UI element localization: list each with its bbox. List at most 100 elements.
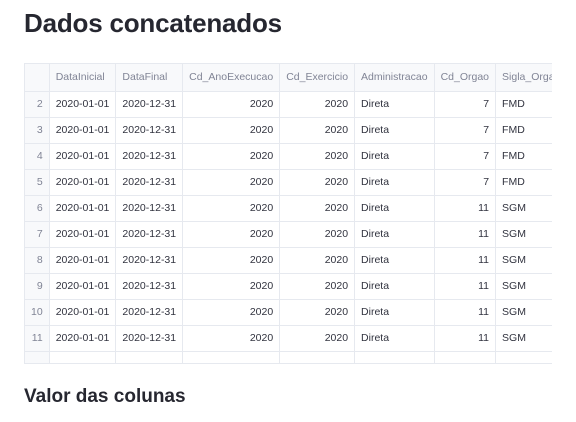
table-cell[interactable]: Direta — [354, 169, 435, 196]
table-cell[interactable]: FMD — [495, 117, 552, 144]
table-cell[interactable]: Direta — [354, 117, 435, 144]
table-cell[interactable]: 2020-01-01 — [49, 273, 117, 300]
table-cell[interactable]: 2020 — [182, 143, 281, 170]
table-cell[interactable]: 7 — [434, 143, 497, 170]
table-cell[interactable]: 2020-12-31 — [115, 117, 184, 144]
table-cell[interactable]: Direta — [354, 299, 435, 326]
table-cell[interactable]: 2020-01-01 — [49, 143, 117, 170]
table-cell[interactable]: 2020 — [182, 117, 281, 144]
table-cell[interactable]: 2020-01-01 — [49, 169, 117, 196]
table-cell[interactable]: 7 — [434, 117, 497, 144]
row-index: 2 — [25, 91, 50, 118]
table-cell[interactable]: 2020-01-01 — [49, 221, 117, 248]
table-cell[interactable]: 2020 — [182, 299, 281, 326]
table-cell[interactable]: 2020 — [279, 273, 356, 300]
table-cell[interactable]: 2020 — [182, 169, 281, 196]
row-index: 6 — [25, 195, 50, 222]
table-cell[interactable]: FMD — [495, 143, 552, 170]
table-cell[interactable]: 2020-12-31 — [115, 247, 184, 274]
table-cell — [434, 351, 497, 363]
row-index: 10 — [25, 299, 50, 326]
row-index: 3 — [25, 117, 50, 144]
table-cell[interactable]: 11 — [434, 195, 497, 222]
table-cell[interactable]: 2020-01-01 — [49, 325, 117, 352]
col-datainicial-header[interactable]: DataInicial — [49, 64, 117, 92]
table-cell[interactable]: 7 — [434, 169, 497, 196]
table-cell — [49, 351, 117, 363]
row-index: 9 — [25, 273, 50, 300]
table-cell[interactable]: 11 — [434, 299, 497, 326]
table-cell[interactable]: 11 — [434, 325, 497, 352]
table-cell[interactable]: FMD — [495, 169, 552, 196]
table-cell[interactable]: 11 — [434, 273, 497, 300]
table-cell[interactable]: 2020-01-01 — [49, 247, 117, 274]
table-cell[interactable]: SGM — [495, 221, 552, 248]
table-cell[interactable]: SGM — [495, 195, 552, 222]
table-cell[interactable]: 2020-12-31 — [115, 169, 184, 196]
table-cell[interactable]: FMD — [495, 91, 552, 118]
col-cd-exercicio-header[interactable]: Cd_Exercicio — [279, 64, 356, 92]
table-cell — [182, 351, 281, 363]
table-cell[interactable]: 2020-12-31 — [115, 299, 184, 326]
table-cell[interactable]: SGM — [495, 273, 552, 300]
table-cell[interactable]: 2020-12-31 — [115, 195, 184, 222]
page-title: Dados concatenados — [24, 8, 282, 38]
table-cell[interactable]: 2020 — [279, 325, 356, 352]
col-datafinal-header[interactable]: DataFinal — [115, 64, 184, 92]
table-cell[interactable]: 2020 — [279, 247, 356, 274]
table-cell[interactable]: 2020-12-31 — [115, 91, 184, 118]
table-cell[interactable]: 7 — [434, 91, 497, 118]
table-cell[interactable]: 2020 — [279, 169, 356, 196]
col-cd-anoexecucao-header[interactable]: Cd_AnoExecucao — [182, 64, 281, 92]
table-row: 22020-01-012020-12-3120202020Direta7FMDF… — [25, 91, 552, 118]
table-cell[interactable]: 2020 — [182, 195, 281, 222]
table-cell[interactable]: 2020 — [279, 117, 356, 144]
row-index: 4 — [25, 143, 50, 170]
table-cell[interactable]: Direta — [354, 273, 435, 300]
table-cell[interactable]: 2020 — [182, 273, 281, 300]
table-row: 7 2020-01-01 2020-12-31 2020 2020 Direta 11 SGM… — [25, 221, 552, 248]
table-cell[interactable]: SGM — [495, 299, 552, 326]
table-cell — [115, 351, 184, 363]
table-cell[interactable]: Direta — [354, 195, 435, 222]
table-cell[interactable]: 2020 — [279, 299, 356, 326]
table-cell[interactable]: 2020-12-31 — [115, 143, 184, 170]
table-cell[interactable]: 2020-12-31 — [115, 273, 184, 300]
table-cell[interactable]: Direta — [354, 143, 435, 170]
table-cell[interactable]: 2020-01-01 — [49, 195, 117, 222]
table-cell[interactable]: 2020 — [279, 143, 356, 170]
table-cell[interactable]: 11 — [434, 221, 497, 248]
table-cell[interactable]: 2020-12-31 — [115, 325, 184, 352]
table-cell[interactable]: 11 — [434, 247, 497, 274]
table-cell[interactable]: Direta — [354, 247, 435, 274]
table-cell[interactable]: SGM — [495, 247, 552, 274]
table-cell[interactable]: 2020 — [182, 221, 281, 248]
table-cell[interactable]: 2020 — [279, 221, 356, 248]
table-row: 10 2020-01-01 2020-12-31 2020 2020 Direta 11 SG… — [25, 299, 552, 326]
table-cell[interactable]: SGM — [495, 325, 552, 352]
data-table: DataInicial DataFinal Cd_AnoExecucao Cd_Exe… — [25, 64, 552, 363]
col-administracao-header[interactable]: Administracao — [354, 64, 435, 92]
row-index: 8 — [25, 247, 50, 274]
table-cell — [279, 351, 356, 363]
table-cell[interactable]: Direta — [354, 325, 435, 352]
table-cell — [354, 351, 435, 363]
table-cell[interactable]: 2020-01-01 — [49, 91, 117, 118]
table-row: 8 2020-01-01 2020-12-31 2020 2020 Direta 11 SGM… — [25, 247, 552, 274]
table-cell[interactable]: 2020 — [279, 195, 356, 222]
table-row-partial — [25, 351, 552, 363]
col-sigla-orgao-header[interactable]: Sigla_Orgao — [495, 64, 552, 92]
table-cell[interactable]: 2020 — [182, 247, 281, 274]
table-row: 42020-01-012020-12-3120202020Direta7FMDF… — [25, 143, 552, 170]
table-cell[interactable]: 2020 — [279, 91, 356, 118]
table-cell[interactable]: 2020 — [182, 325, 281, 352]
col-cd-orgao-header[interactable]: Cd_Orgao — [434, 64, 497, 92]
table-cell[interactable]: 2020-12-31 — [115, 221, 184, 248]
table-cell[interactable]: 2020-01-01 — [49, 117, 117, 144]
index-header — [25, 64, 50, 92]
table-cell[interactable]: 2020-01-01 — [49, 299, 117, 326]
table-cell[interactable]: 2020 — [182, 91, 281, 118]
table-cell[interactable]: Direta — [354, 91, 435, 118]
table-cell[interactable]: Direta — [354, 221, 435, 248]
dataframe[interactable]: DataInicial DataFinal Cd_AnoExecucao Cd_Exe… — [24, 63, 552, 364]
